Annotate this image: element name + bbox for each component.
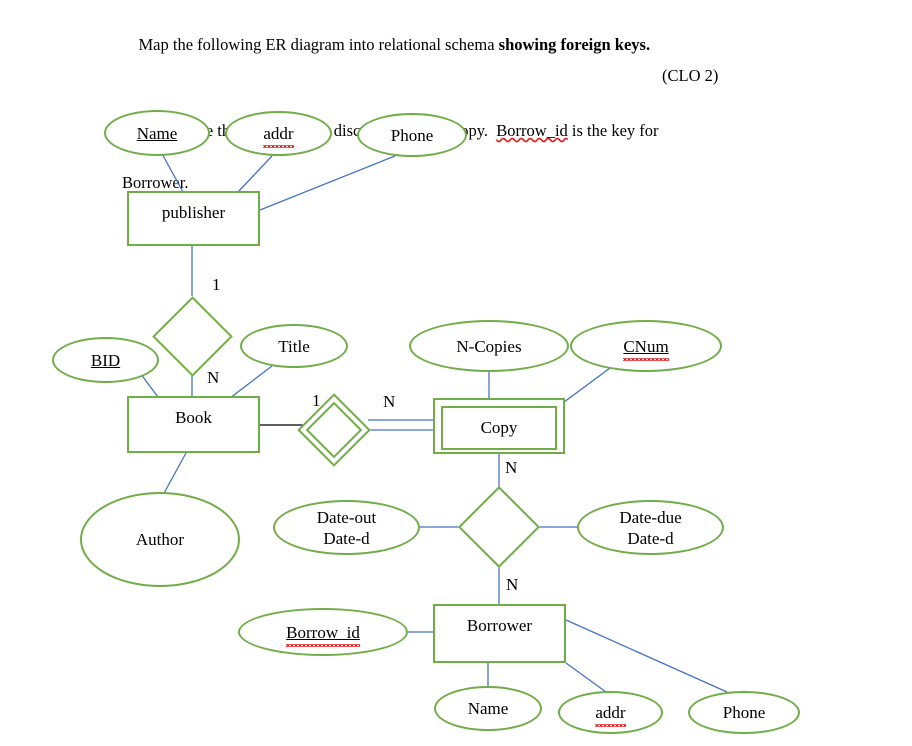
wire-publisher-name bbox=[159, 149, 184, 193]
entity-copy-weak[interactable]: Copy bbox=[433, 398, 565, 454]
attribute-label-wrapper: Date-due Date-d bbox=[579, 507, 722, 549]
attribute-label: Name bbox=[136, 123, 178, 143]
wire-borrower-addr bbox=[565, 662, 607, 693]
wire-book-bid bbox=[139, 372, 159, 398]
attribute-label: Date-out bbox=[316, 507, 377, 527]
attribute-label: addr bbox=[595, 703, 626, 727]
attribute-label-clipped: Date-d bbox=[627, 528, 674, 548]
attribute-publisher-name[interactable]: Name bbox=[104, 110, 210, 156]
cardinality-copy-side: N bbox=[505, 458, 518, 477]
attribute-label: Borrow_id bbox=[286, 622, 360, 647]
entity-book[interactable]: Book bbox=[127, 396, 260, 453]
wire-publisher-phone bbox=[259, 155, 396, 211]
attribute-label: CNum bbox=[623, 336, 670, 361]
attribute-label: Phone bbox=[390, 125, 434, 145]
cardinality-borrower-side: N bbox=[506, 575, 519, 594]
attribute-borrower-addr[interactable]: addr bbox=[558, 691, 663, 734]
entity-label: Borrower bbox=[466, 616, 533, 635]
attribute-publisher-addr[interactable]: addr bbox=[225, 111, 332, 156]
attribute-label: Name bbox=[467, 699, 509, 718]
entity-borrower[interactable]: Borrower bbox=[433, 604, 566, 663]
attribute-book-author[interactable]: Author bbox=[80, 492, 240, 587]
attribute-label-clipped: Date-d bbox=[323, 528, 370, 548]
cardinality-book-copy-book-side: 1 bbox=[312, 391, 321, 410]
attribute-borrower-borrowid[interactable]: Borrow_id bbox=[238, 608, 408, 656]
attribute-book-title[interactable]: Title bbox=[240, 324, 348, 368]
attribute-book-bid[interactable]: BID bbox=[52, 337, 159, 383]
wire-publisher-addr bbox=[237, 155, 273, 193]
attribute-label: BID bbox=[90, 350, 121, 370]
cardinality-publisher-side: 1 bbox=[212, 275, 221, 294]
entity-inner-border: Copy bbox=[441, 406, 557, 450]
wire-book-author bbox=[162, 452, 187, 496]
entity-label: Copy bbox=[480, 418, 518, 437]
attribute-label: Author bbox=[135, 530, 185, 549]
attribute-relationship-datedue[interactable]: Date-due Date-d bbox=[577, 500, 724, 555]
cardinality-book-side: N bbox=[207, 368, 220, 387]
wire-book-title bbox=[229, 365, 273, 399]
attribute-borrower-phone[interactable]: Phone bbox=[688, 691, 800, 734]
attribute-label-wrapper: Date-out Date-d bbox=[275, 507, 418, 549]
attribute-publisher-phone[interactable]: Phone bbox=[357, 113, 467, 157]
attribute-label: Phone bbox=[722, 703, 766, 722]
attribute-label: N-Copies bbox=[456, 336, 522, 356]
attribute-label: Title bbox=[278, 336, 310, 356]
attribute-relationship-dateout[interactable]: Date-out Date-d bbox=[273, 500, 420, 555]
er-diagram: Name addr Phone publisher 1 N BID Title … bbox=[0, 0, 912, 746]
cardinality-book-copy-copy-side: N bbox=[383, 392, 396, 411]
attribute-borrower-name[interactable]: Name bbox=[434, 686, 542, 731]
attribute-label: Date-due bbox=[619, 507, 682, 527]
entity-publisher[interactable]: publisher bbox=[127, 191, 260, 246]
entity-label: Book bbox=[175, 408, 212, 427]
entity-label: publisher bbox=[161, 203, 226, 222]
attribute-copy-ncopies[interactable]: N-Copies bbox=[409, 320, 569, 372]
attribute-label: addr bbox=[263, 124, 294, 148]
attribute-copy-cnum[interactable]: CNum bbox=[570, 320, 722, 372]
